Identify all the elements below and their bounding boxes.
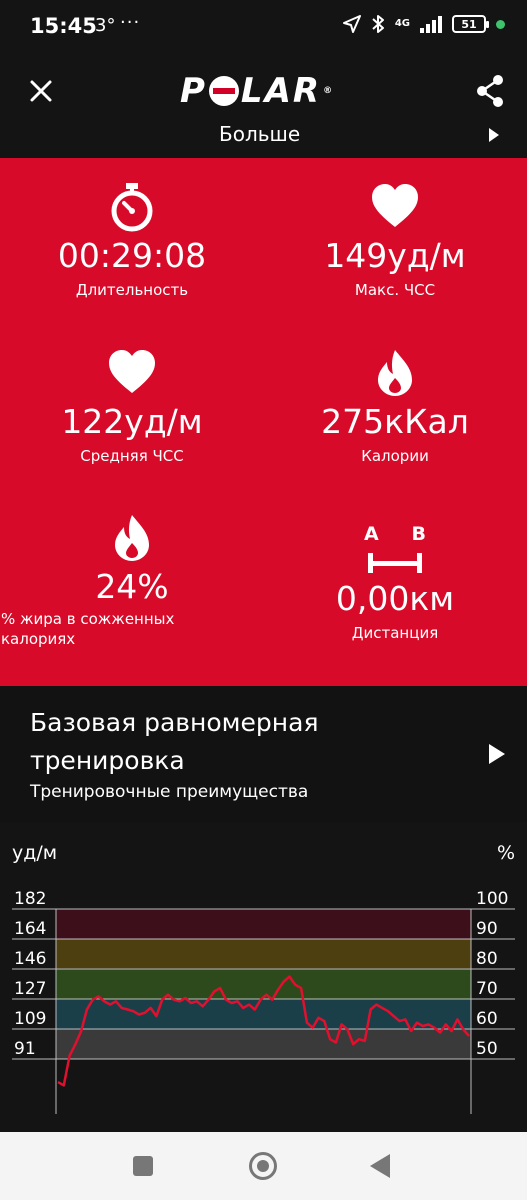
- location-arrow-icon: [342, 15, 361, 33]
- y2-tick-label: 50: [476, 1039, 498, 1059]
- logo-o-mark: [208, 76, 239, 106]
- logo-letter: A: [264, 71, 293, 111]
- calories-metric: 275кКал Калории: [263, 348, 527, 466]
- fat-burn-label: % жира в сожженных калориях: [0, 609, 264, 649]
- y-tick-label: 146: [14, 949, 46, 969]
- avg-hr-metric: 122уд/м Средняя ЧСС: [0, 348, 264, 466]
- distance-metric: A B 0,00км Дистанция: [263, 523, 527, 643]
- logo-letter: R: [292, 71, 322, 111]
- y-tick-label: 109: [14, 1009, 46, 1029]
- polar-logo: P L A R ®: [180, 74, 350, 108]
- fat-burn-metric: 24% % жира в сожженных калориях: [0, 513, 264, 649]
- training-benefit-title-line: Базовая равномерная: [30, 708, 319, 737]
- heart-icon: [109, 350, 155, 393]
- status-more-icon: ···: [120, 12, 141, 33]
- hr-zone-band: [56, 1029, 471, 1059]
- max-hr-label: Макс. ЧСС: [354, 281, 436, 299]
- training-benefit-title-line: тренировка: [30, 746, 185, 775]
- training-benefit-title: Базовая равномерная тренировка: [30, 704, 450, 780]
- heart-rate-chart: уд/м % 182 100 164 90 146 80 127 70 109 60 91 50: [0, 822, 527, 1132]
- duration-value: 00:29:08: [57, 236, 207, 275]
- avg-hr-label: Средняя ЧСС: [80, 447, 184, 465]
- summary-panel: 00:29:08 Длительность 149уд/м Макс. ЧСС …: [0, 158, 527, 686]
- status-temperature: 3°: [95, 15, 116, 36]
- battery-level: 51: [461, 17, 477, 31]
- share-icon[interactable]: [475, 74, 505, 108]
- system-navigation-bar: [0, 1132, 527, 1200]
- signal-strength-icon: [420, 15, 442, 33]
- battery-icon: 51: [452, 15, 489, 33]
- training-benefit-subtitle: Тренировочные преимущества: [30, 782, 309, 802]
- distance-b-label: B: [411, 523, 426, 545]
- max-hr-value: 149уд/м: [324, 236, 466, 275]
- hr-zone-band: [56, 909, 471, 939]
- training-benefit-row[interactable]: Базовая равномерная тренировка Тренирово…: [0, 686, 527, 822]
- bluetooth-icon: [372, 15, 384, 33]
- close-icon[interactable]: [26, 76, 56, 106]
- status-time: 15:45: [30, 14, 97, 38]
- privacy-indicator-dot: [496, 19, 505, 29]
- max-hr-metric: 149уд/м Макс. ЧСС: [263, 182, 527, 300]
- recents-button[interactable]: [133, 1156, 153, 1176]
- hr-zone-band: [56, 938, 471, 969]
- home-button[interactable]: [249, 1152, 277, 1180]
- y-tick-label: 91: [14, 1039, 36, 1059]
- y-tick-label: 182: [14, 889, 46, 909]
- heart-icon: [372, 184, 418, 227]
- calories-label: Калории: [361, 447, 429, 465]
- duration-label: Длительность: [75, 281, 189, 299]
- y2-tick-label: 100: [476, 889, 508, 909]
- hr-zone-band: [56, 968, 471, 1000]
- logo-letter: L: [240, 71, 265, 111]
- network-type-label: 4G: [394, 18, 410, 29]
- y2-tick-label: 90: [476, 919, 498, 939]
- y2-tick-label: 80: [476, 949, 498, 969]
- logo-letter: P: [180, 71, 207, 111]
- distance-ab-icon: A B: [360, 523, 430, 575]
- calories-value: 275кКал: [321, 402, 469, 441]
- avg-hr-value: 122уд/м: [61, 402, 203, 441]
- logo-registered-mark: ®: [323, 86, 335, 96]
- more-row[interactable]: Больше: [0, 120, 527, 158]
- distance-value: 0,00км: [335, 579, 455, 618]
- distance-label: Дистанция: [351, 624, 439, 642]
- fat-burn-value: 24%: [95, 567, 169, 606]
- play-arrow-icon: [489, 744, 505, 764]
- flame-icon: [378, 350, 412, 396]
- heart-rate-plot: 182 100 164 90 146 80 127 70 109 60 91 50: [12, 889, 515, 1114]
- chevron-right-icon: [489, 128, 499, 142]
- distance-line-icon: [368, 553, 422, 573]
- status-bar: 15:45 3° ··· 4G 51: [0, 0, 527, 52]
- stopwatch-icon: [111, 183, 153, 232]
- status-icons: 4G 51: [342, 14, 505, 34]
- duration-metric: 00:29:08 Длительность: [0, 182, 264, 300]
- distance-a-label: A: [364, 523, 379, 545]
- y-tick-label: 164: [14, 919, 46, 939]
- y2-tick-label: 60: [476, 1009, 498, 1029]
- fat-burn-label-line: % жира в сожженных: [1, 610, 175, 628]
- fat-burn-label-line: калориях: [1, 630, 76, 648]
- y2-tick-label: 70: [476, 979, 498, 999]
- y-tick-label: 127: [14, 979, 46, 999]
- back-button[interactable]: [370, 1154, 390, 1178]
- flame-icon: [115, 515, 149, 561]
- more-label: Больше: [219, 122, 301, 146]
